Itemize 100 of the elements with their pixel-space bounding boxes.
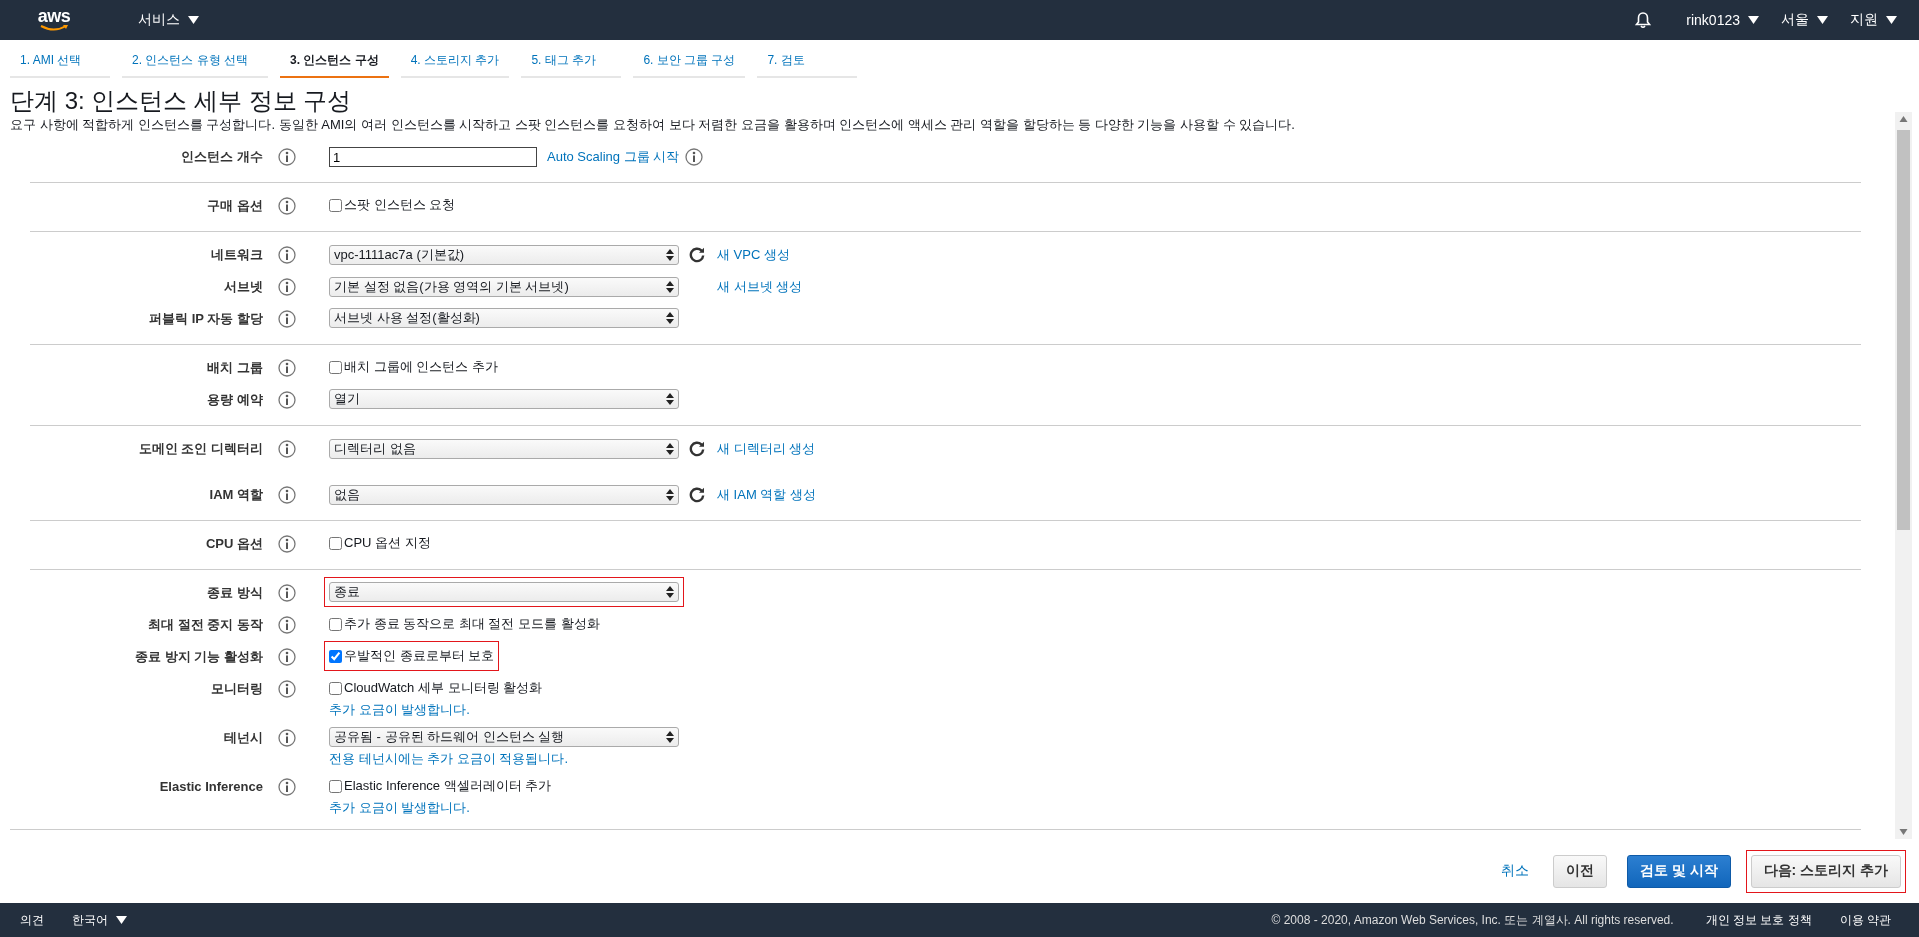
dropdown-arrows-icon xyxy=(666,393,674,405)
info-icon[interactable] xyxy=(278,310,296,328)
dropdown-arrows-icon xyxy=(666,586,674,598)
checkbox[interactable] xyxy=(329,360,342,374)
checkbox-label[interactable]: 배치 그룹에 인스턴스 추가 xyxy=(344,357,498,377)
field-label: 종료 방지 기능 활성화 xyxy=(134,648,263,666)
scrollbar[interactable] xyxy=(1895,112,1912,839)
aws-logo[interactable]: aws xyxy=(36,8,72,32)
dropdown[interactable]: 공유됨 - 공유된 하드웨어 인스턴스 실행 xyxy=(329,727,679,747)
field-label: 테넌시 xyxy=(223,729,263,747)
create-link[interactable]: 새 IAM 역할 생성 xyxy=(717,486,816,504)
info-icon[interactable] xyxy=(278,535,296,553)
wizard-step-tab[interactable]: 5. 태그 추가 xyxy=(521,50,622,78)
info-icon[interactable] xyxy=(278,246,296,264)
refresh-icon[interactable] xyxy=(689,247,705,263)
language-menu[interactable]: 한국어 xyxy=(72,911,127,929)
caret-icon xyxy=(1886,16,1897,24)
checkbox[interactable] xyxy=(329,536,342,550)
field-label: 용량 예약 xyxy=(206,391,263,409)
info-icon[interactable] xyxy=(278,486,296,504)
instance-count-field[interactable]: 1 xyxy=(329,147,537,167)
wizard-step-tab[interactable]: 6. 보안 그룹 구성 xyxy=(633,50,746,78)
field-label: 퍼블릭 IP 자동 할당 xyxy=(148,310,263,328)
field-label: 인스턴스 개수 xyxy=(180,148,263,166)
caret-icon xyxy=(1817,16,1828,24)
footer-link[interactable]: 개인 정보 보호 정책 xyxy=(1705,911,1812,929)
dropdown[interactable]: 없음 xyxy=(329,485,679,505)
info-icon[interactable] xyxy=(278,584,296,602)
next-button[interactable]: 다음: 스토리지 추가 xyxy=(1750,854,1901,888)
pricing-note: 추가 요금이 발생합니다. xyxy=(329,701,471,719)
feedback-link[interactable]: 의견 xyxy=(20,911,44,929)
info-icon[interactable] xyxy=(278,680,296,698)
region-menu[interactable]: 서울 xyxy=(1781,11,1828,29)
footer-link[interactable]: 이용 약관 xyxy=(1839,911,1891,929)
wizard-step-tab[interactable]: 2. 인스턴스 유형 선택 xyxy=(122,50,268,78)
info-icon[interactable] xyxy=(278,778,296,796)
dropdown-arrows-icon xyxy=(666,312,674,324)
field-label: 종료 방식 xyxy=(206,584,263,602)
cancel-link[interactable]: 취소 xyxy=(1496,854,1533,888)
dropdown[interactable]: 열기 xyxy=(329,389,679,409)
field-label: 서브넷 xyxy=(223,278,263,296)
wizard-step-tab[interactable]: 4. 스토리지 추가 xyxy=(400,50,510,78)
checkbox[interactable] xyxy=(329,779,342,793)
info-icon[interactable] xyxy=(278,729,296,747)
pricing-note: 추가 요금이 발생합니다. xyxy=(329,799,471,817)
create-link[interactable]: 새 디렉터리 생성 xyxy=(717,440,816,458)
info-icon[interactable] xyxy=(278,148,296,166)
dropdown-arrows-icon xyxy=(666,281,674,293)
dropdown[interactable]: vpc-1111ac7a (기본값) xyxy=(329,245,679,265)
field-label: 네트워크 xyxy=(210,246,263,264)
back-button[interactable]: 이전 xyxy=(1552,854,1607,888)
field-label: 최대 절전 중지 동작 xyxy=(147,616,263,634)
pricing-note: 전용 테넌시에는 추가 요금이 적용됩니다. xyxy=(329,750,570,768)
info-icon[interactable] xyxy=(278,616,296,634)
checkbox[interactable] xyxy=(329,649,342,663)
create-link[interactable]: Auto Scaling 그룹 시작 xyxy=(547,148,680,166)
dropdown-arrows-icon xyxy=(666,489,674,501)
field-label: 구매 옵션 xyxy=(206,197,263,215)
create-link[interactable]: 새 VPC 생성 xyxy=(717,246,790,264)
dropdown-arrows-icon xyxy=(666,731,674,743)
page-description: 요구 사항에 적합하게 인스턴스를 구성합니다. 동일한 AMI의 여러 인스턴스를 시작하고 스팟 인스턴스를 요청하여 보다 저렴한 요금을 활용하며 인스턴스에 액세스 관리 역할을 할당하는 등 다양한 기능을 사용할 수 있습니다. xyxy=(9,116,1296,134)
notification-bell-icon[interactable] xyxy=(1634,11,1653,29)
info-icon[interactable] xyxy=(278,391,296,409)
caret-icon xyxy=(1748,16,1759,24)
checkbox-label[interactable]: 스팟 인스턴스 요청 xyxy=(344,195,456,215)
checkbox-label[interactable]: CloudWatch 세부 모니터링 활성화 xyxy=(344,678,543,698)
info-icon[interactable] xyxy=(278,278,296,296)
info-icon[interactable] xyxy=(685,148,704,166)
checkbox[interactable] xyxy=(329,681,342,695)
wizard-step-tab[interactable]: 1. AMI 선택 xyxy=(10,50,110,78)
dropdown[interactable]: 기본 설정 없음(가용 영역의 기본 서브넷) xyxy=(329,277,679,297)
dropdown-arrows-icon xyxy=(666,249,674,261)
checkbox-label[interactable]: 추가 종료 동작으로 최대 절전 모드를 활성화 xyxy=(344,614,600,634)
page-title: 단계 3: 인스턴스 세부 정보 구성 xyxy=(10,86,353,116)
checkbox[interactable] xyxy=(329,617,342,631)
refresh-icon[interactable] xyxy=(689,441,705,457)
checkbox[interactable] xyxy=(329,198,342,212)
account-menu[interactable]: rink0123 xyxy=(1686,12,1759,28)
dropdown[interactable]: 서브넷 사용 설정(활성화) xyxy=(329,308,679,328)
info-icon[interactable] xyxy=(278,359,296,377)
field-label: 모니터링 xyxy=(210,680,263,698)
checkbox-label[interactable]: 우발적인 종료로부터 보호 xyxy=(344,646,495,666)
field-label: 도메인 조인 디렉터리 xyxy=(137,440,263,458)
checkbox-label[interactable]: Elastic Inference 액셀러레이터 추가 xyxy=(344,776,552,796)
refresh-icon[interactable] xyxy=(689,487,705,503)
review-launch-button[interactable]: 검토 및 시작 xyxy=(1626,854,1731,888)
info-icon[interactable] xyxy=(278,440,296,458)
checkbox-label[interactable]: CPU 옵션 지정 xyxy=(344,533,431,553)
create-link[interactable]: 새 서브넷 생성 xyxy=(717,278,803,296)
caret-icon xyxy=(116,916,127,924)
info-icon[interactable] xyxy=(278,197,296,215)
dropdown[interactable]: 디렉터리 없음 xyxy=(329,439,679,459)
field-label: 배치 그룹 xyxy=(206,359,263,377)
field-label: IAM 역할 xyxy=(208,486,263,504)
wizard-step-tab[interactable]: 7. 검토 xyxy=(757,50,858,78)
info-icon[interactable] xyxy=(278,648,296,666)
support-menu[interactable]: 지원 xyxy=(1850,11,1897,29)
wizard-step-tab[interactable]: 3. 인스턴스 구성 xyxy=(280,50,389,78)
services-menu[interactable]: 서비스 xyxy=(138,11,199,29)
dropdown[interactable]: 종료 xyxy=(329,582,679,602)
